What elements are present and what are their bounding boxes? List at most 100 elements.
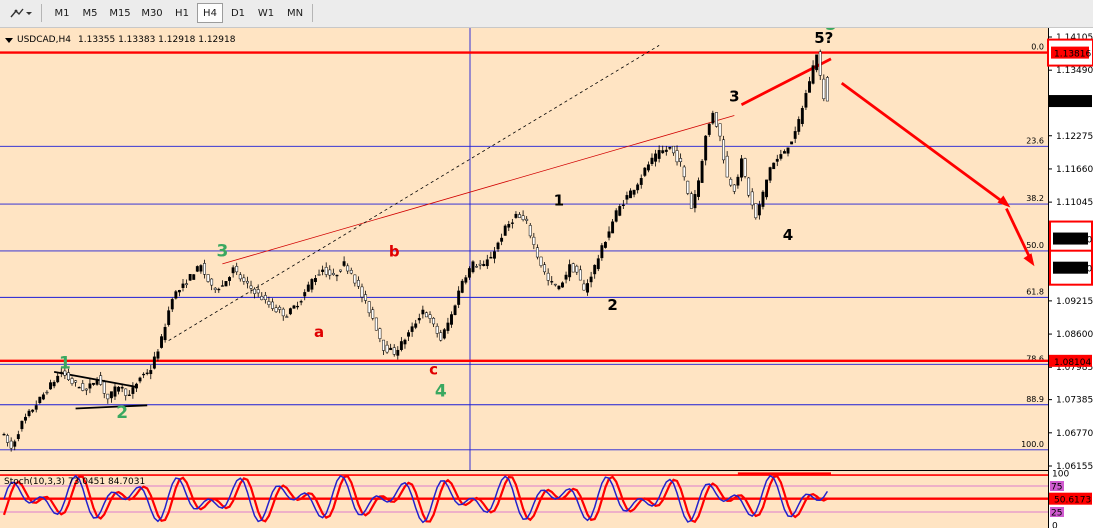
candle-body — [718, 123, 722, 137]
toolbar-separator — [41, 4, 42, 22]
candle-body — [636, 184, 640, 191]
candle-body — [167, 310, 171, 325]
price-tag: 1.10430 — [1055, 236, 1092, 246]
candle-body — [274, 307, 278, 313]
candle-body — [578, 269, 582, 281]
timeframe-m15-button[interactable]: M15 — [105, 3, 135, 23]
price-chart[interactable]: 0.023.638.250.061.878.688.9100.0 123abc4… — [0, 28, 1093, 528]
candle-body — [177, 290, 181, 293]
fib-level-label: 38.2 — [1026, 194, 1044, 203]
wave-label: 2 — [116, 403, 128, 423]
wave-label: 3 — [216, 242, 228, 262]
candle-body — [314, 278, 317, 282]
timeframe-mn-button[interactable]: MN — [281, 3, 309, 23]
candle-body — [460, 280, 464, 293]
candle-body — [654, 153, 658, 162]
main-chart-area[interactable] — [0, 28, 1048, 470]
candle-body — [414, 323, 418, 328]
fib-level-label: 88.9 — [1026, 395, 1044, 404]
candle-body — [714, 112, 718, 127]
timeframe-w1-button[interactable]: W1 — [253, 3, 279, 23]
candle-body — [779, 154, 783, 159]
candle-body — [815, 54, 819, 71]
candle-body — [206, 274, 210, 282]
candle-body — [732, 184, 736, 192]
candle-body — [407, 332, 410, 337]
candle-body — [263, 295, 267, 300]
candle-body — [485, 259, 489, 267]
candle-body — [231, 267, 235, 274]
candle-body — [321, 269, 325, 272]
candle-body — [242, 277, 246, 282]
timeframe-m30-button[interactable]: M30 — [137, 3, 167, 23]
candle-body — [31, 409, 35, 412]
candle-body — [729, 178, 733, 186]
candle-body — [235, 266, 239, 273]
timeframe-h1-button[interactable]: H1 — [169, 3, 195, 23]
candle-body — [27, 410, 31, 416]
candle-body — [564, 274, 568, 280]
timeframe-h4-button[interactable]: H4 — [197, 3, 223, 23]
candle-body — [546, 272, 550, 281]
candle-body — [13, 441, 17, 447]
candle-body — [360, 286, 364, 298]
candle-body — [661, 150, 665, 154]
ohlc-label: 1.13355 1.13383 1.12918 1.12918 — [78, 35, 236, 45]
candle-body — [535, 247, 539, 258]
toolbar-separator — [312, 4, 313, 22]
candle-body — [389, 347, 393, 351]
candle-body — [503, 225, 507, 236]
timeframe-m1-button[interactable]: M1 — [49, 3, 75, 23]
candle-body — [367, 301, 371, 314]
candle-body — [586, 283, 589, 293]
candle-body — [507, 223, 511, 228]
candle-body — [245, 281, 249, 284]
candle-body — [410, 326, 414, 332]
candle-body — [561, 282, 564, 288]
candle-body — [156, 351, 160, 359]
wave-label: 4 — [435, 381, 447, 401]
candle-body — [113, 386, 117, 397]
drawing-tools-icon[interactable] — [6, 3, 36, 23]
candle-body — [757, 204, 761, 216]
candle-body — [664, 149, 668, 152]
candle-body — [120, 386, 124, 389]
candle-body — [432, 317, 436, 325]
candle-body — [539, 256, 543, 266]
candle-body — [768, 167, 772, 181]
candle-body — [689, 193, 693, 209]
candle-body — [668, 146, 672, 149]
timeframe-d1-button[interactable]: D1 — [225, 3, 251, 23]
price-tag: 1.13816 — [1054, 50, 1091, 60]
candle-body — [525, 218, 529, 221]
candle-body — [446, 322, 450, 331]
candle-body — [765, 179, 768, 198]
candle-body — [800, 108, 804, 124]
price-tick-label: 1.13490 — [1056, 66, 1093, 76]
candle-body — [750, 191, 754, 206]
candle-body — [467, 268, 471, 278]
candle-body — [34, 405, 38, 410]
candle-body — [335, 274, 339, 277]
candle-body — [478, 263, 482, 266]
candle-body — [582, 283, 586, 291]
candle-body — [421, 309, 425, 315]
candle-body — [804, 93, 808, 108]
candle-body — [754, 203, 758, 219]
candle-body — [740, 158, 743, 178]
candle-body — [84, 388, 88, 391]
timeframe-m5-button[interactable]: M5 — [77, 3, 103, 23]
candle-body — [786, 147, 790, 154]
candle-body — [77, 387, 81, 389]
candle-body — [697, 180, 700, 197]
candle-body — [224, 281, 228, 287]
candle-body — [317, 274, 321, 276]
candle-body — [220, 285, 224, 287]
candle-body — [135, 383, 138, 389]
candle-body — [106, 393, 110, 400]
candle-body — [6, 435, 10, 443]
fib-level-label: 100.0 — [1021, 440, 1044, 449]
candle-body — [686, 180, 690, 194]
candle-body — [339, 269, 342, 272]
candle-body — [371, 309, 375, 319]
